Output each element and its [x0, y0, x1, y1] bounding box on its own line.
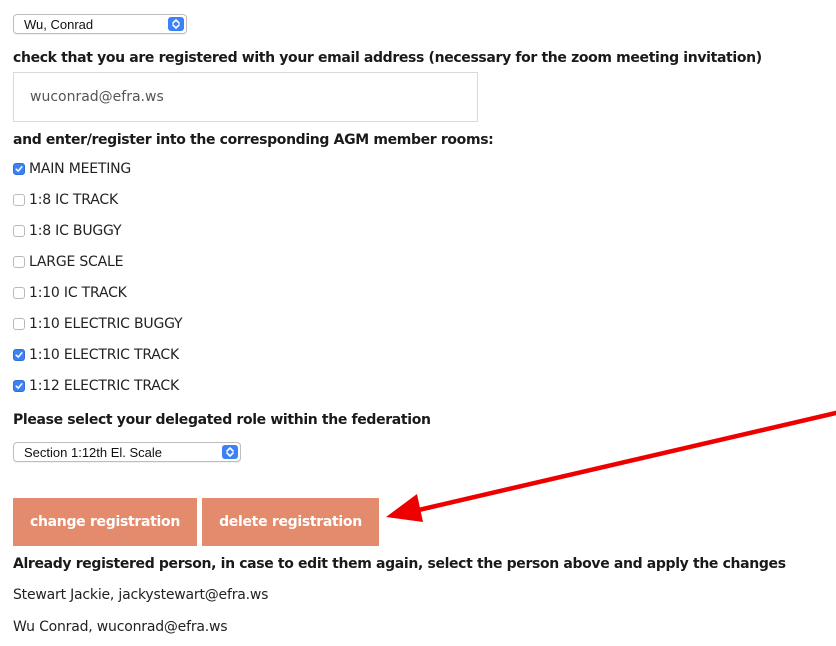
room-item-1-10-electric-track[interactable]: 1:10 ELECTRIC TRACK — [13, 344, 179, 366]
room-label: 1:8 IC BUGGY — [29, 223, 122, 239]
room-item-1-10-ic-track[interactable]: 1:10 IC TRACK — [13, 282, 127, 304]
email-field-value: wuconrad@efra.ws — [30, 89, 164, 105]
room-label: 1:12 ELECTRIC TRACK — [29, 378, 179, 394]
room-checkbox[interactable] — [13, 318, 25, 330]
room-label: 1:10 IC TRACK — [29, 285, 127, 301]
delete-registration-button[interactable]: delete registration — [202, 498, 379, 546]
updown-chevron-icon — [222, 445, 238, 459]
room-checkbox[interactable] — [13, 287, 25, 299]
room-item-1-10-electric-buggy[interactable]: 1:10 ELECTRIC BUGGY — [13, 313, 183, 335]
room-checkbox[interactable] — [13, 349, 25, 361]
person-select[interactable]: Wu, Conrad — [13, 14, 187, 34]
room-item-main-meeting[interactable]: MAIN MEETING — [13, 158, 131, 180]
updown-chevron-icon — [168, 17, 184, 31]
room-checkbox[interactable] — [13, 194, 25, 206]
room-label: 1:10 ELECTRIC TRACK — [29, 347, 179, 363]
registration-page: Wu, Conrad check that you are registered… — [0, 0, 836, 646]
role-select-value: Section 1:12th El. Scale — [24, 445, 163, 460]
room-label: 1:10 ELECTRIC BUGGY — [29, 316, 183, 332]
room-label: LARGE SCALE — [29, 254, 124, 270]
checkmark-icon — [15, 352, 23, 358]
room-label: 1:8 IC TRACK — [29, 192, 118, 208]
room-item-large-scale[interactable]: LARGE SCALE — [13, 251, 123, 273]
room-checkbox[interactable] — [13, 163, 25, 175]
registered-section-label: Already registered person, in case to ed… — [13, 556, 786, 572]
registered-person-item: Wu Conrad, wuconrad@efra.ws — [13, 619, 228, 635]
change-registration-button[interactable]: change registration — [13, 498, 197, 546]
room-label: MAIN MEETING — [29, 161, 132, 177]
checkmark-icon — [15, 166, 23, 172]
checkmark-icon — [15, 383, 23, 389]
role-select[interactable]: Section 1:12th El. Scale — [13, 442, 241, 462]
registered-person-item: Stewart Jackie, jackystewart@efra.ws — [13, 587, 269, 603]
room-item-1-8-ic-buggy[interactable]: 1:8 IC BUGGY — [13, 220, 122, 242]
role-section-label: Please select your delegated role within… — [13, 412, 431, 428]
room-checkbox[interactable] — [13, 380, 25, 392]
red-arrow-icon — [386, 410, 836, 522]
room-checkbox[interactable] — [13, 256, 25, 268]
person-select-value: Wu, Conrad — [24, 17, 94, 32]
room-item-1-8-ic-track[interactable]: 1:8 IC TRACK — [13, 189, 118, 211]
room-checkbox[interactable] — [13, 225, 25, 237]
room-item-1-12-electric-track[interactable]: 1:12 ELECTRIC TRACK — [13, 375, 179, 397]
email-section-label: check that you are registered with your … — [13, 50, 762, 66]
email-field[interactable]: wuconrad@efra.ws — [13, 72, 478, 122]
rooms-section-label: and enter/register into the correspondin… — [13, 132, 494, 148]
